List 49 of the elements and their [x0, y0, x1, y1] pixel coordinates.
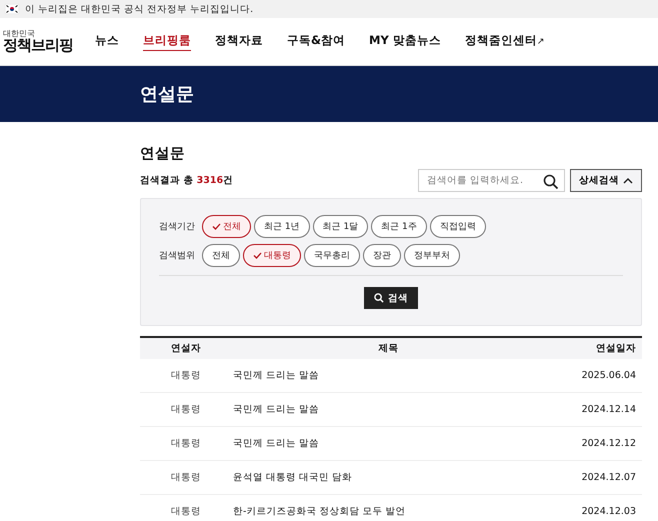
flag-icon [5, 4, 19, 14]
check-icon [212, 223, 221, 230]
filter-chip[interactable]: 장관 [363, 244, 401, 267]
filter-label: 검색기간 [159, 221, 196, 233]
filter-label: 검색범위 [159, 250, 196, 262]
section-title: 연설문 [140, 145, 186, 163]
filter-chip[interactable]: 최근 1달 [312, 215, 368, 238]
speech-title-link[interactable]: 국민께 드리는 말씀 [232, 359, 545, 392]
nav-link[interactable]: 정책자료 [215, 32, 263, 50]
speech-title-link[interactable]: 윤석열 대통령 대국민 담화 [232, 460, 545, 494]
table-cell: 2025.06.04 [545, 359, 642, 392]
table-cell: 대통령 [140, 359, 232, 392]
column-header: 연설일자 [545, 337, 642, 359]
table-cell: 대통령 [140, 426, 232, 460]
filter-chip[interactable]: 최근 1년 [254, 215, 310, 238]
table-cell: 2024.12.03 [545, 494, 642, 521]
search-field[interactable]: 검색어를 입력하세요. [418, 169, 565, 192]
filter-chip[interactable]: 전체 [202, 244, 240, 267]
check-icon [253, 252, 262, 259]
page-title: 연설문 [140, 83, 194, 106]
result-count: 검색결과 총 3316건 [140, 174, 234, 187]
filter-chip[interactable]: 대통령 [243, 244, 301, 267]
filter-chip[interactable]: 최근 1주 [371, 215, 427, 238]
table-cell: 2024.12.07 [545, 460, 642, 494]
filter-chip[interactable]: 직접입력 [430, 215, 486, 238]
nav-link[interactable]: 뉴스 [95, 32, 119, 50]
filter-chip[interactable]: 전체 [202, 215, 251, 238]
search-icon[interactable] [543, 174, 559, 190]
logo[interactable]: 대한민국 정책브리핑 [3, 30, 95, 53]
nav-link[interactable]: 정책줌인센터↗ [464, 32, 544, 50]
search-button[interactable]: 검색 [364, 287, 418, 309]
speech-title-link[interactable]: 국민께 드리는 말씀 [232, 426, 545, 460]
search-icon [374, 293, 384, 303]
table-cell: 2024.12.14 [545, 392, 642, 426]
nav-link[interactable]: MY 맞춤뉴스 [369, 32, 441, 50]
column-header: 제목 [232, 337, 545, 359]
filter-chip[interactable]: 정부부처 [404, 244, 460, 267]
table-cell: 2024.12.12 [545, 426, 642, 460]
column-header: 연설자 [140, 337, 232, 359]
speech-title-link[interactable]: 한-키르기즈공화국 정상회담 모두 발언 [232, 494, 545, 521]
nav-link[interactable]: 구독&참여 [287, 32, 346, 50]
table-cell: 대통령 [140, 494, 232, 521]
gov-notice: 이 누리집은 대한민국 공식 전자정부 누리집입니다. [25, 2, 254, 16]
table-cell: 대통령 [140, 460, 232, 494]
nav-link[interactable]: 브리핑룸 [143, 32, 191, 50]
filter-chip[interactable]: 국무총리 [304, 244, 360, 267]
detail-search-button[interactable]: 상세검색 [570, 169, 642, 192]
table-cell: 대통령 [140, 392, 232, 426]
speech-title-link[interactable]: 국민께 드리는 말씀 [232, 392, 545, 426]
